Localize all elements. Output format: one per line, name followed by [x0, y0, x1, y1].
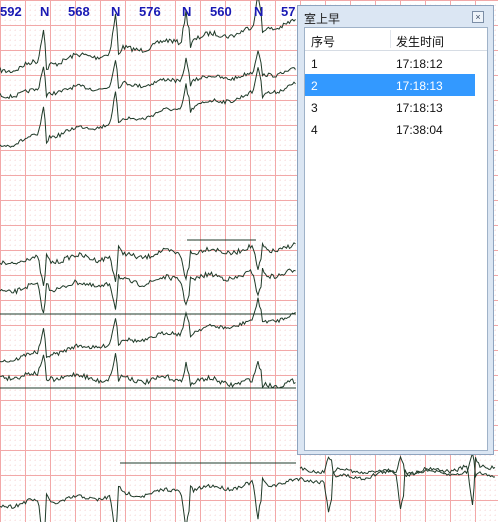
ecg-trace [0, 67, 296, 148]
rr-label: 57 [281, 4, 296, 19]
ecg-trace [0, 353, 296, 389]
rr-label: 592 [0, 4, 22, 19]
column-header-time[interactable]: 发生时间 [396, 33, 444, 50]
row-time: 17:38:04 [396, 123, 443, 137]
row-index: 3 [311, 101, 318, 115]
row-index: 2 [311, 79, 318, 93]
row-index: 1 [311, 57, 318, 71]
rr-label: 568 [68, 4, 90, 19]
ecg-trace [0, 241, 296, 286]
row-time: 17:18:13 [396, 101, 443, 115]
rr-label: N [40, 4, 50, 19]
row-time: 17:18:13 [396, 79, 443, 93]
row-time: 17:18:12 [396, 57, 443, 71]
row-index: 4 [311, 123, 318, 137]
rr-label: 560 [210, 4, 232, 19]
ecg-trace [0, 267, 296, 314]
column-divider[interactable] [390, 30, 391, 48]
close-icon[interactable]: × [472, 11, 484, 23]
list-item[interactable]: 4 17:38:04 [305, 118, 475, 140]
rr-label: N [111, 4, 121, 19]
window-title: 室上早 [304, 12, 341, 26]
event-list-window[interactable]: 室上早 × 序号 发生时间 1 17:18:12 2 17:18:13 3 17… [297, 5, 494, 455]
ecg-trace [0, 457, 496, 522]
rr-label: 576 [139, 4, 161, 19]
list-header: 序号 发生时间 [305, 28, 487, 51]
list-item[interactable]: 1 17:18:12 [305, 52, 475, 74]
list-item[interactable]: 3 17:18:13 [305, 96, 475, 118]
event-list[interactable]: 序号 发生时间 1 17:18:12 2 17:18:13 3 17:18:13… [304, 27, 488, 451]
rr-label: N [254, 4, 264, 19]
rr-label: N [182, 4, 192, 19]
column-header-index[interactable]: 序号 [311, 33, 335, 50]
list-item-selected[interactable]: 2 17:18:13 [305, 74, 475, 96]
